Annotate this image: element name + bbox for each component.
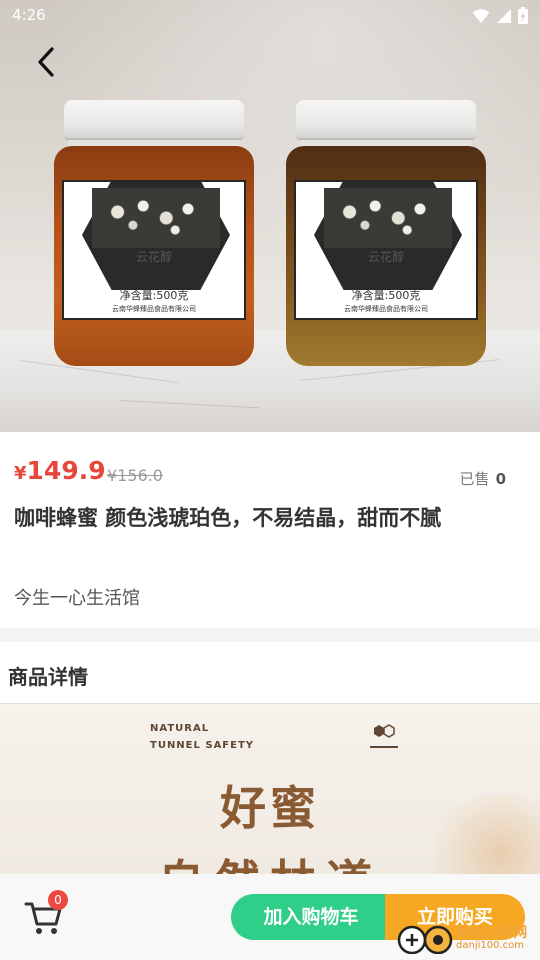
jar-brand: 云花醇 (367, 250, 404, 264)
sold-label: 已售 (459, 470, 490, 488)
price-value: 149.9 (26, 456, 106, 485)
sold-count: 0 (495, 470, 506, 488)
jar-company: 云南华蜂臻品食品有限公司 (112, 305, 196, 313)
watermark-logo-icon (397, 925, 453, 954)
jar-company: 云南华蜂臻品食品有限公司 (344, 305, 428, 313)
status-time: 4:26 (12, 6, 46, 24)
jar-label: 云花醇 咖啡蜂蜜 净含量:500克 云南华蜂臻品食品有限公司 (294, 180, 478, 320)
jar-weight: 净含量:500克 (351, 289, 421, 302)
detail-tagline: NATURAL TUNNEL SAFETY (150, 720, 254, 754)
shop-name[interactable]: 今生一心生活馆 (14, 584, 140, 610)
back-button[interactable] (28, 42, 64, 82)
battery-icon (518, 7, 528, 24)
chevron-left-icon (38, 47, 54, 77)
status-bar: 4:26 (0, 0, 540, 32)
detail-heading-second: 自然林道 (0, 846, 540, 874)
jar-label: 云花醇 咖啡蜂蜜 净含量:500克 云南华蜂臻品食品有限公司 (62, 180, 246, 320)
flower-illustration (92, 188, 220, 248)
product-title: 咖啡蜂蜜 颜色浅琥珀色，不易结晶，甜而不腻 (14, 506, 442, 530)
jar-weight: 净含量:500克 (119, 289, 189, 302)
detail-heading: 好蜜 (220, 781, 320, 835)
detail-tagline-line1: NATURAL (150, 723, 210, 734)
original-price: ¥156.0 (107, 466, 163, 485)
detail-image: NATURAL TUNNEL SAFETY 好蜜 自然林道 (0, 704, 540, 874)
jar-product-name: 咖啡蜂蜜 (350, 269, 422, 289)
section-divider (0, 628, 540, 642)
section-title-details: 商品详情 (8, 665, 88, 689)
jar-brand: 云花醇 (135, 250, 172, 264)
jar-lid (64, 100, 244, 140)
add-to-cart-button[interactable]: 加入购物车 (231, 894, 391, 940)
honey-jar-right: 云花醇 咖啡蜂蜜 净含量:500克 云南华蜂臻品食品有限公司 (286, 100, 486, 370)
wifi-icon (472, 8, 490, 23)
jar-lid (296, 100, 476, 140)
price-currency-symbol: ¥ (14, 463, 27, 484)
honeycomb-icon (374, 724, 395, 738)
flower-illustration (324, 188, 452, 248)
watermark-text: 单机100网 (456, 925, 528, 941)
honey-jar-left: 云花醇 咖啡蜂蜜 净含量:500克 云南华蜂臻品食品有限公司 (54, 100, 254, 370)
jar-product-name: 咖啡蜂蜜 (118, 269, 190, 289)
current-price: ¥149.9 (14, 456, 106, 485)
product-image[interactable]: 云花醇 咖啡蜂蜜 净含量:500克 云南华蜂臻品食品有限公司 云花醇 咖啡蜂蜜 … (0, 0, 540, 432)
price-row: ¥149.9 ¥156.0 已售 0 (14, 456, 514, 492)
sold-info: 已售 0 (460, 468, 506, 489)
signal-icon (497, 8, 511, 23)
watermark-url: danji100.com (456, 940, 524, 951)
cart-count-badge: 0 (48, 890, 68, 910)
watermark: 单机100网 danji100.com (394, 918, 540, 960)
detail-tagline-line2: TUNNEL SAFETY (150, 740, 255, 751)
